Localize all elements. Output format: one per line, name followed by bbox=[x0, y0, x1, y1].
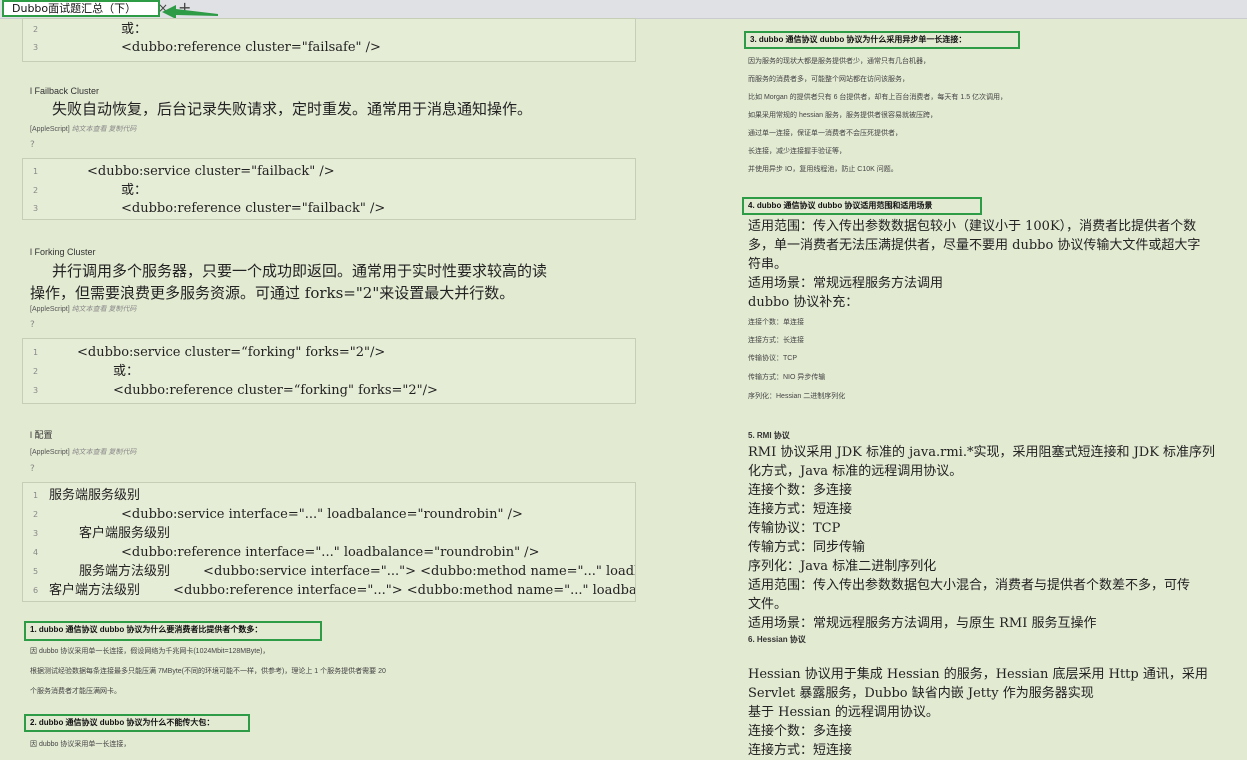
code-line: 客户端方法级别 <dubbo:reference interface="..."… bbox=[49, 583, 636, 598]
q4-line: 连接个数：单连接 bbox=[748, 319, 804, 326]
q3-line: 如果采用常规的 hessian 服务，服务提供者很容易就被压跨， bbox=[748, 112, 938, 119]
config-heading: l 配置 bbox=[30, 430, 53, 440]
rmi-line: 序列化：Java 标准二进制序列化 bbox=[748, 559, 937, 574]
code-line: <dubbo:service cluster="failback" /> bbox=[87, 164, 335, 179]
rmi-line: 适用场景：常规远程服务方法调用，与原生 RMI 服务互操作 bbox=[748, 616, 1097, 631]
q4-text: dubbo 协议补充： bbox=[748, 295, 859, 310]
q4-text: 适用场景：常规远程服务方法调用 bbox=[748, 276, 944, 291]
code-line: <dubbo:reference interface="..." loadbal… bbox=[121, 545, 540, 560]
code-line: <dubbo:reference cluster="failsafe" /> bbox=[121, 40, 381, 55]
q4-text: 适用范围：传入传出参数数据包较小（建议小于 100K），消费者比提供者个数 bbox=[748, 219, 1197, 234]
code-block-failsafe: 2 或： 3 <dubbo:reference cluster="failsafe"… bbox=[22, 18, 636, 62]
rmi-line: 文件。 bbox=[748, 597, 788, 612]
q4-line: 传输协议：TCP bbox=[748, 355, 797, 362]
failback-desc: 失败自动恢复，后台记录失败请求，定时重发。通常用于消息通知操作。 bbox=[52, 100, 533, 118]
q4-line: 传输方式：NIO 异步传输 bbox=[748, 374, 826, 381]
line-number: 3 bbox=[33, 204, 39, 213]
code-lang-tag: [AppleScript] bbox=[30, 126, 70, 133]
code-line: 客户端服务级别 bbox=[79, 526, 171, 541]
q1-line: 因 dubbo 协议采用单一长连接，假设网络为千兆网卡(1024Mbit=128… bbox=[30, 648, 270, 655]
code-line: <dubbo:reference cluster="failback" /> bbox=[121, 201, 386, 216]
code-line: <dubbo:service cluster=“forking" forks="… bbox=[77, 345, 386, 360]
help-icon[interactable]: ? bbox=[30, 464, 35, 474]
q2-line: 因 dubbo 协议采用单一长连接， bbox=[30, 741, 131, 748]
hessian-line: 连接个数：多连接 bbox=[748, 724, 853, 739]
code-line: 或： bbox=[121, 22, 148, 37]
line-number: 2 bbox=[33, 367, 39, 376]
line-number: 5 bbox=[33, 567, 39, 576]
line-number: 2 bbox=[33, 186, 39, 195]
q1-title: 1. dubbo 通信协议 dubbo 协议为什么要消费者比提供者个数多： bbox=[24, 621, 322, 641]
rmi-line: 连接个数：多连接 bbox=[748, 483, 853, 498]
config-meta: [AppleScript] 纯文本查看 复制代码 bbox=[30, 447, 136, 457]
help-icon[interactable]: ? bbox=[30, 320, 35, 330]
q4-line: 序列化：Hessian 二进制序列化 bbox=[748, 393, 846, 400]
code-line: 服务端服务级别 bbox=[49, 488, 141, 503]
line-number: 3 bbox=[33, 529, 39, 538]
q4-text: 符串。 bbox=[748, 257, 788, 272]
q3-line: 比如 Morgan 的提供者只有 6 台提供者，却有上百台消费者，每天有 1.5… bbox=[748, 94, 1008, 101]
code-line: 或： bbox=[121, 183, 148, 198]
q3-line: 并使用异步 IO，复用线程池，防止 C10K 问题。 bbox=[748, 166, 898, 173]
line-number: 6 bbox=[33, 586, 39, 595]
q3-title: 3. dubbo 通信协议 dubbo 协议为什么采用异步单一长连接： bbox=[744, 31, 1020, 49]
rmi-line: 化方式，Java 标准的远程调用协议。 bbox=[748, 464, 963, 479]
line-number: 3 bbox=[33, 386, 39, 395]
hessian-heading: 6. Hessian 协议 bbox=[748, 635, 806, 644]
copy-code-link[interactable]: 纯文本查看 复制代码 bbox=[72, 448, 137, 456]
line-number: 1 bbox=[33, 167, 39, 176]
failback-meta: [AppleScript] 纯文本查看 复制代码 bbox=[30, 124, 136, 134]
hessian-line: Hessian 协议用于集成 Hessian 的服务，Hessian 底层采用 … bbox=[748, 667, 1208, 682]
help-icon[interactable]: ? bbox=[30, 140, 35, 150]
code-block-forking: 1 <dubbo:service cluster=“forking" forks=… bbox=[22, 338, 636, 404]
line-number: 2 bbox=[33, 25, 39, 34]
forking-heading: l Forking Cluster bbox=[30, 247, 96, 257]
code-block-config: 1 服务端服务级别 2 <dubbo:service interface="..."… bbox=[22, 482, 636, 602]
code-line: 或： bbox=[113, 364, 140, 379]
code-line: <dubbo:reference cluster=“forking" forks… bbox=[113, 383, 438, 398]
q4-text: 多，单一消费者无法压满提供者，尽量不要用 dubbo 协议传输大文件或超大字 bbox=[748, 238, 1201, 253]
copy-code-link[interactable]: 纯文本查看 复制代码 bbox=[72, 125, 137, 133]
q3-line: 长连接，减少连接握手验证等， bbox=[748, 148, 846, 155]
rmi-heading: 5. RMI 协议 bbox=[748, 431, 790, 440]
hessian-line: 连接方式：短连接 bbox=[748, 743, 853, 758]
code-lang-tag: [AppleScript] bbox=[30, 306, 70, 313]
line-number: 3 bbox=[33, 43, 39, 52]
line-number: 1 bbox=[33, 348, 39, 357]
q3-line: 通过单一连接，保证单一消费者不会压死提供者， bbox=[748, 130, 902, 137]
rmi-line: RMI 协议采用 JDK 标准的 java.rmi.*实现，采用阻塞式短连接和 … bbox=[748, 445, 1216, 460]
tab-bar: Dubbo面试题汇总（下） × + bbox=[0, 0, 1247, 19]
code-block-failback: 1 <dubbo:service cluster="failback" /> 2 或… bbox=[22, 158, 636, 220]
hessian-line: 基于 Hessian 的远程调用协议。 bbox=[748, 705, 939, 720]
rmi-line: 传输协议：TCP bbox=[748, 521, 841, 536]
line-number: 1 bbox=[33, 491, 39, 500]
q1-line: 根据测试经验数据每条连接最多只能压满 7MByte(不同的环境可能不一样，供参考… bbox=[30, 668, 386, 675]
forking-meta: [AppleScript] 纯文本查看 复制代码 bbox=[30, 304, 136, 314]
tab-title: Dubbo面试题汇总（下） bbox=[12, 2, 137, 15]
q4-title: 4. dubbo 通信协议 dubbo 协议适用范围和适用场景 bbox=[742, 197, 982, 215]
copy-code-link[interactable]: 纯文本查看 复制代码 bbox=[72, 305, 137, 313]
failback-heading: l Failback Cluster bbox=[30, 86, 100, 96]
q4-line: 连接方式：长连接 bbox=[748, 337, 804, 344]
forking-desc-1: 并行调用多个服务器，只要一个成功即返回。通常用于实时性要求较高的读 bbox=[52, 262, 548, 280]
rmi-line: 适用范围：传入传出参数数据包大小混合，消费者与提供者个数差不多，可传 bbox=[748, 578, 1191, 593]
code-line: <dubbo:service interface="..." loadbalan… bbox=[121, 507, 523, 522]
forking-desc-2: 操作，但需要浪费更多服务资源。可通过 forks="2"来设置最大并行数。 bbox=[30, 284, 515, 302]
code-line: 服务端方法级别 <dubbo:service interface="..."> … bbox=[79, 564, 636, 579]
line-number: 4 bbox=[33, 548, 39, 557]
rmi-line: 传输方式：同步传输 bbox=[748, 540, 866, 555]
q1-line: 个服务消费者才能压满网卡。 bbox=[30, 688, 121, 695]
q2-title: 2. dubbo 通信协议 dubbo 协议为什么不能传大包： bbox=[24, 714, 250, 732]
q3-line: 而服务的消费者多，可能整个网站都在访问该服务， bbox=[748, 76, 909, 83]
code-lang-tag: [AppleScript] bbox=[30, 449, 70, 456]
line-number: 2 bbox=[33, 510, 39, 519]
hessian-line: Servlet 暴露服务，Dubbo 缺省内嵌 Jetty 作为服务器实现 bbox=[748, 686, 1094, 701]
rmi-line: 连接方式：短连接 bbox=[748, 502, 853, 517]
tab-document[interactable]: Dubbo面试题汇总（下） bbox=[2, 0, 160, 17]
q3-line: 因为服务的现状大都是服务提供者少，通常只有几台机器， bbox=[748, 58, 930, 65]
